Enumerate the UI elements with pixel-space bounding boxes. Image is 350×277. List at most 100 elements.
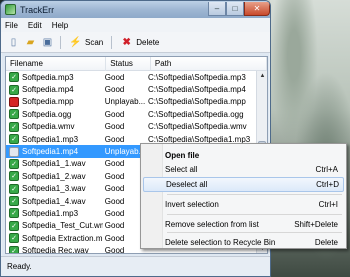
filename-text: Softpedia.mpp: [22, 97, 74, 107]
check-icon: ✓: [9, 220, 19, 231]
status-cell: Good: [104, 109, 125, 119]
filename-text: Softpedia1_3.wav: [22, 184, 86, 194]
check-icon: ✓: [9, 171, 19, 182]
delete-label: Delete: [136, 37, 160, 47]
context-item-delete-selection-to-recycle-bin[interactable]: Delete selection to Recycle Bin Delete: [165, 235, 342, 250]
filename-cell: ✓ Softpedia1.mp3: [6, 134, 103, 145]
context-menu: Open file Select all Ctrl+A Deselect all Ctr…: [140, 143, 347, 249]
filename-cell: ✓ Softpedia Rec.wav: [6, 245, 103, 254]
new-icon[interactable]: ▯: [7, 36, 20, 49]
filename-text: Softpedia1_2.wav: [22, 171, 86, 181]
filename-text: Softpedia.mp4: [22, 85, 74, 95]
context-menu-gutter: [141, 144, 163, 248]
filename-cell: ✓ Softpedia1.mp3: [6, 208, 103, 219]
context-item-invert-selection[interactable]: Invert selection Ctrl+I: [165, 197, 342, 212]
path-cell: C:\Softpedia\Softpedia.mpp: [147, 97, 246, 107]
error-icon: [9, 96, 19, 107]
filename-cell: Softpedia.mpp: [6, 96, 103, 107]
toolbar: ▯ ▰ ▣ ⚡ Scan ✖ Delete: [1, 32, 270, 53]
filename-cell: ✓ Softpedia.ogg: [6, 109, 103, 120]
filename-text: Softpedia1.mp3: [22, 134, 79, 144]
delete-button[interactable]: ✖ Delete: [118, 36, 161, 49]
table-row[interactable]: ✓ Softpedia.ogg Good C:\Softpedia\Softpedia…: [6, 108, 258, 120]
table-row[interactable]: ✓ Softpedia.mp3 Good C:\Softpedia\Softpedia…: [6, 71, 258, 83]
filename-cell: ✓ Softpedia1_1.wav: [6, 158, 103, 169]
filename-text: Softpedia Rec.wav: [22, 246, 89, 254]
menu-edit[interactable]: Edit: [28, 21, 42, 30]
column-header-status[interactable]: Status: [106, 57, 151, 71]
scan-button[interactable]: ⚡ Scan: [67, 36, 105, 49]
context-item-deselect-all[interactable]: Deselect all Ctrl+D: [143, 177, 344, 192]
title-bar[interactable]: TrackErr – □ ✕: [1, 1, 270, 18]
check-icon: ✓: [9, 121, 19, 132]
table-row[interactable]: ✓ Softpedia.wmv Good C:\Softpedia\Softpedia…: [6, 121, 258, 133]
context-menu-separator: [167, 194, 342, 195]
context-item-label: Remove selection from list: [165, 220, 259, 229]
toolbar-separator: [60, 35, 61, 49]
check-icon: ✓: [9, 183, 19, 194]
check-icon: ✓: [9, 109, 19, 120]
menu-file[interactable]: File: [5, 21, 18, 30]
context-menu-separator: [167, 214, 342, 215]
table-row[interactable]: Softpedia.mpp Unplayab... C:\Softpedia\Sof…: [6, 96, 258, 108]
context-item-open-file[interactable]: Open file: [165, 148, 342, 163]
column-header-path[interactable]: Path: [151, 57, 267, 71]
close-button[interactable]: ✕: [244, 1, 270, 16]
status-cell: Good: [104, 122, 125, 132]
check-icon: ✓: [9, 72, 19, 83]
window-title: TrackErr: [20, 4, 55, 15]
context-item-label: Select all: [165, 165, 198, 174]
status-text: Ready.: [7, 262, 32, 271]
filename-text: Softpedia.mp3: [22, 72, 74, 82]
filename-cell: ✓ Softpedia_Test_Cut.wmv: [6, 220, 103, 231]
filename-cell: ✓ Softpedia.mp3: [6, 72, 103, 83]
check-icon: ✓: [9, 134, 19, 145]
context-item-label: Deselect all: [166, 180, 208, 189]
filename-cell: ✓ Softpedia1_2.wav: [6, 171, 103, 182]
filename-cell: Softpedia1.mp4: [6, 146, 103, 157]
path-cell: C:\Softpedia\Softpedia.mp3: [147, 72, 246, 82]
maximize-button[interactable]: □: [226, 1, 244, 16]
column-header-filename[interactable]: Filename: [6, 57, 107, 71]
status-cell: Unplayab...: [104, 97, 146, 107]
context-item-shortcut: Delete: [314, 238, 338, 247]
status-bar: Ready.: [1, 256, 270, 276]
path-cell: C:\Softpedia\Softpedia.mp4: [147, 85, 246, 95]
check-icon: ✓: [9, 245, 19, 253]
filename-text: Softpedia1.mp3: [22, 208, 79, 218]
toolbar-separator: [111, 35, 113, 49]
open-folder-icon[interactable]: ▰: [24, 36, 37, 49]
path-cell: C:\Softpedia\Softpedia.wmv: [147, 122, 247, 132]
selected-file-icon: [9, 146, 19, 157]
filename-text: Softpedia1_4.wav: [22, 196, 86, 206]
filename-text: Softpedia_Test_Cut.wmv: [22, 221, 103, 231]
context-item-remove-selection-from-list[interactable]: Remove selection from list Shift+Delete: [165, 217, 342, 232]
save-icon[interactable]: ▣: [41, 36, 54, 49]
delete-x-icon: ✖: [122, 36, 131, 48]
table-row[interactable]: ✓ Softpedia.mp4 Good C:\Softpedia\Softpedia…: [6, 83, 258, 95]
status-cell: Good: [104, 72, 125, 82]
check-icon: ✓: [9, 233, 19, 244]
filename-cell: ✓ Softpedia.wmv: [6, 121, 103, 132]
filename-cell: ✓ Softpedia1_3.wav: [6, 183, 103, 194]
context-item-label: Delete selection to Recycle Bin: [165, 238, 276, 247]
context-item-shortcut: Shift+Delete: [294, 220, 338, 229]
context-item-select-all[interactable]: Select all Ctrl+A: [165, 162, 342, 177]
menu-bar: File Edit Help: [1, 18, 270, 32]
context-menu-separator: [167, 232, 342, 233]
context-item-shortcut: Ctrl+I: [318, 200, 338, 209]
context-item-shortcut: Ctrl+D: [316, 180, 339, 189]
scan-label: Scan: [85, 37, 104, 47]
filename-text: Softpedia1_1.wav: [22, 159, 86, 169]
status-cell: Good: [104, 85, 125, 95]
scroll-up-icon[interactable]: ▲: [257, 71, 267, 82]
filename-cell: ✓ Softpedia Extraction.mp3: [6, 233, 103, 244]
check-icon: ✓: [9, 84, 19, 95]
context-item-label: Invert selection: [165, 200, 219, 209]
check-icon: ✓: [9, 208, 19, 219]
menu-help[interactable]: Help: [52, 21, 68, 30]
check-icon: ✓: [9, 158, 19, 169]
filename-cell: ✓ Softpedia.mp4: [6, 84, 103, 95]
path-cell: C:\Softpedia\Softpedia.ogg: [147, 109, 244, 119]
minimize-button[interactable]: –: [208, 1, 226, 16]
